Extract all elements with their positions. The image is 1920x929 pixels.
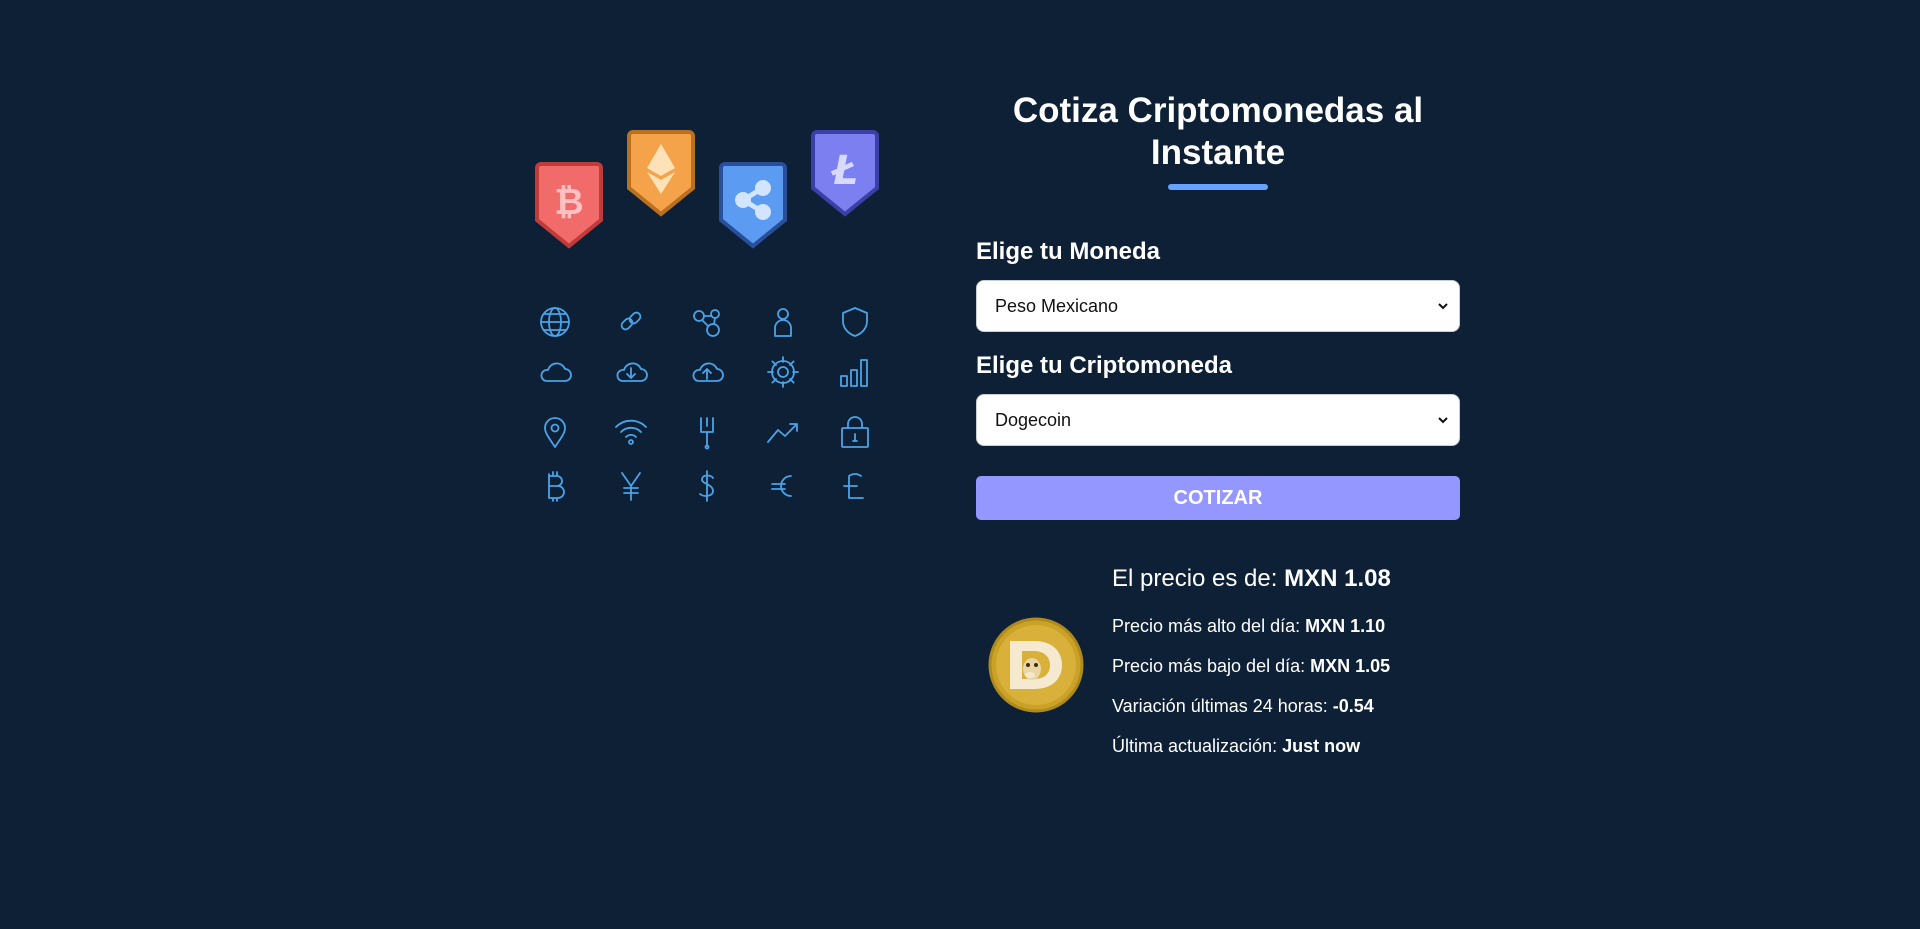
low-price-line: Precio más bajo del día: MXN 1.05 — [1112, 655, 1492, 677]
crypto-select[interactable]: Dogecoin — [976, 394, 1460, 446]
high-price-value: MXN 1.10 — [1305, 616, 1386, 636]
updated-line: Última actualización: Just now — [1112, 735, 1492, 757]
lock-icon — [835, 412, 875, 452]
gear-icon — [763, 352, 803, 392]
bar-chart-icon — [835, 352, 875, 392]
price-value: MXN 1.08 — [1284, 565, 1391, 592]
result-details: El precio es de: MXN 1.08 Precio más alt… — [1112, 565, 1492, 775]
quote-result: El precio es de: MXN 1.08 Precio más alt… — [988, 565, 1488, 765]
crypto-label: Elige tu Criptomoneda — [976, 352, 1233, 379]
shield-icon — [835, 302, 875, 342]
change-value: -0.54 — [1332, 696, 1374, 716]
price-label: El precio es de: — [1112, 565, 1285, 592]
high-price-line: Precio más alto del día: MXN 1.10 — [1112, 615, 1492, 637]
low-price-label: Precio más bajo del día: — [1112, 656, 1311, 676]
currency-select[interactable]: Peso Mexicano — [976, 280, 1460, 332]
crypto-illustration: ₿ Ł — [525, 120, 890, 520]
link-icon — [611, 302, 651, 342]
trend-up-icon — [763, 412, 803, 452]
chevron-down-icon — [1438, 303, 1448, 310]
updated-value: Just now — [1282, 736, 1361, 756]
page-title-line2: Instante — [1150, 133, 1286, 172]
updated-label: Última actualización: — [1112, 736, 1283, 756]
title-underline — [1168, 184, 1268, 190]
svg-text:Ł: Ł — [831, 148, 858, 194]
network-icon — [687, 302, 727, 342]
svg-text:₿: ₿ — [554, 182, 583, 223]
cotizar-button[interactable]: Cotizar — [976, 476, 1460, 520]
crypto-select-value: Dogecoin — [995, 409, 1072, 430]
ethereum-badge-icon — [627, 130, 695, 217]
cloud-upload-icon — [687, 352, 727, 392]
wifi-icon — [611, 412, 651, 452]
price-line: El precio es de: MXN 1.08 — [1112, 565, 1492, 593]
user-icon — [763, 302, 803, 342]
location-pin-icon — [535, 412, 575, 452]
chevron-down-icon — [1438, 417, 1448, 424]
ripple-badge-icon — [719, 162, 787, 249]
bitcoin-badge-icon: ₿ — [535, 162, 603, 249]
page-title-line1: Cotiza Criptomonedas al — [1012, 91, 1424, 130]
cloud-download-icon — [611, 352, 651, 392]
page-title: Cotiza Criptomonedas al Instante — [976, 86, 1460, 174]
dollar-symbol-icon — [687, 466, 727, 506]
currency-select-value: Peso Mexicano — [995, 295, 1119, 316]
low-price-value: MXN 1.05 — [1310, 656, 1391, 676]
euro-symbol-icon — [763, 466, 803, 506]
change-line: Variación últimas 24 horas: -0.54 — [1112, 695, 1492, 717]
bitcoin-symbol-icon — [535, 466, 575, 506]
yen-symbol-icon — [611, 466, 651, 506]
litecoin-badge-icon: Ł — [811, 130, 879, 217]
dogecoin-logo-icon — [988, 617, 1084, 713]
change-label: Variación últimas 24 horas: — [1112, 696, 1333, 716]
globe-icon — [535, 302, 575, 342]
circuit-icon — [687, 412, 727, 452]
cloud-icon — [535, 352, 575, 392]
litecoin-symbol-icon — [835, 466, 875, 506]
currency-label: Elige tu Moneda — [976, 238, 1161, 265]
quote-panel: Cotiza Criptomonedas al Instante Elige t… — [976, 86, 1460, 520]
high-price-label: Precio más alto del día: — [1112, 616, 1306, 636]
